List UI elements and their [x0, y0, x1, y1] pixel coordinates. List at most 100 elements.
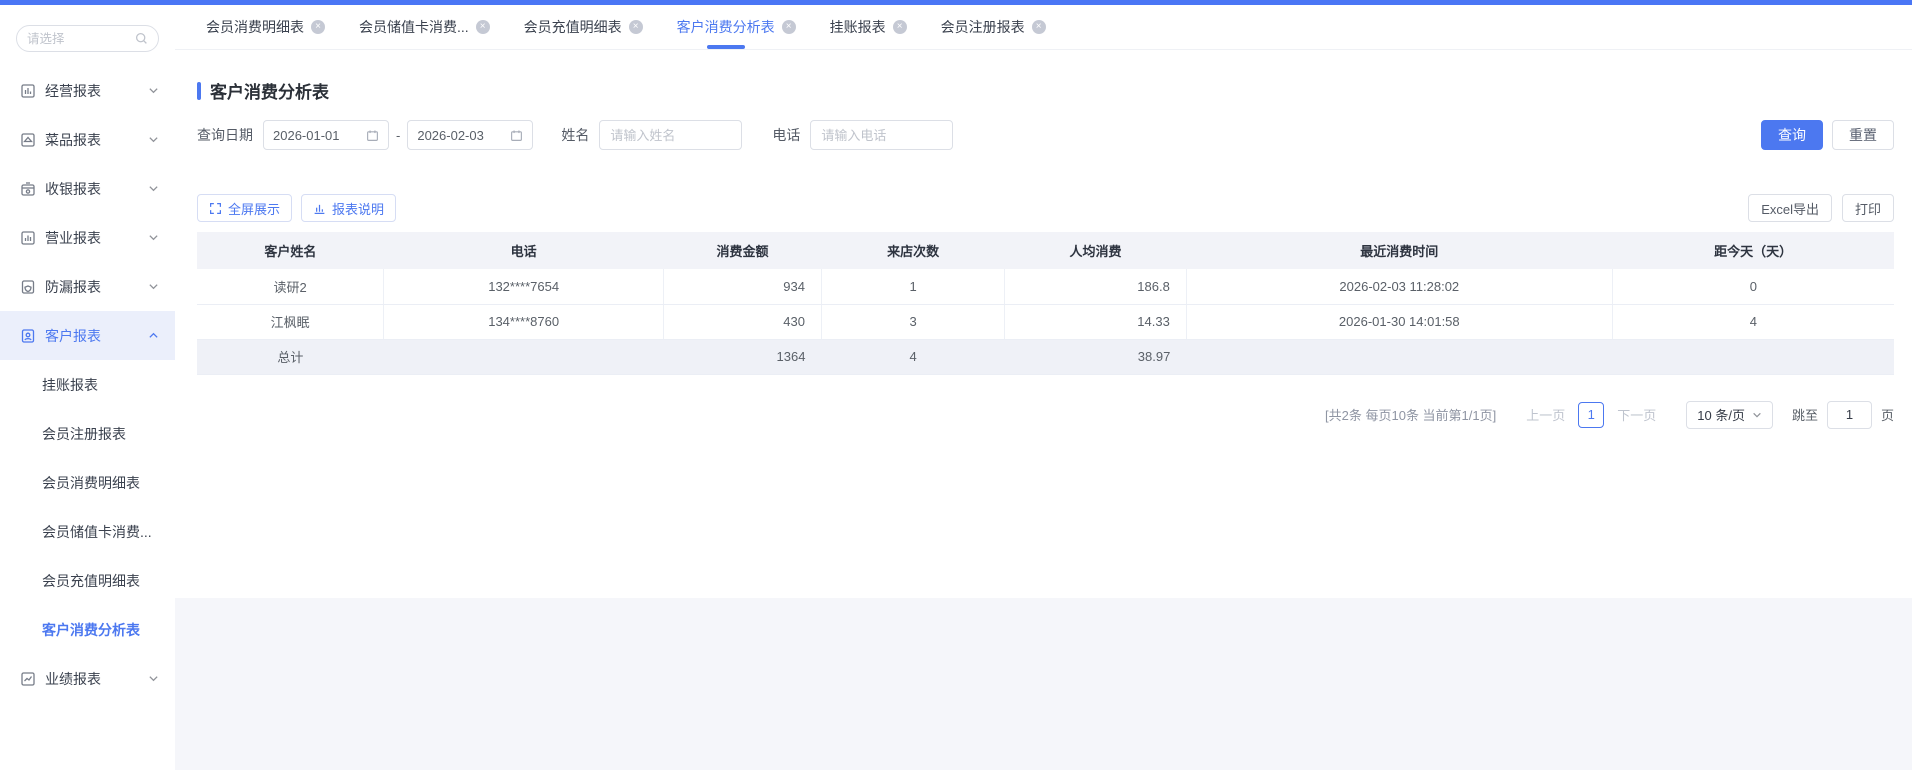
sidebar-nav: 经营报表 菜品报表 收银报表 营业报表 防漏报表 客户报表 挂账报表 会员注册报… [0, 66, 175, 703]
cashier-report-icon [20, 181, 36, 197]
tab-close-icon[interactable]: × [892, 20, 907, 34]
filter-actions: 查询 重置 [1761, 120, 1894, 150]
page-title-row: 客户消费分析表 [197, 50, 1894, 103]
table-row[interactable]: 江枫眠 134****8760 430 3 14.33 2026-01-30 1… [197, 304, 1894, 340]
date-start-picker[interactable] [263, 120, 389, 150]
cell-days-ago [1612, 339, 1894, 375]
calendar-icon [511, 129, 523, 141]
name-label: 姓名 [561, 127, 590, 143]
sidebar-group-cashier-report[interactable]: 收银报表 [0, 164, 175, 213]
title-accent-bar [197, 81, 201, 100]
jump-page-input[interactable] [1826, 400, 1872, 429]
chevron-down-icon [148, 673, 159, 684]
phone-input[interactable] [821, 127, 943, 143]
jump-unit-label: 页 [1880, 408, 1894, 423]
fullscreen-label: 全屏展示 [228, 201, 281, 217]
business-report-icon [20, 83, 36, 99]
tab-credit-report[interactable]: 挂账报表 × [830, 5, 907, 49]
next-page-button[interactable]: 下一页 [1617, 405, 1656, 424]
customer-report-icon [20, 328, 36, 344]
cell-phone: 134****8760 [383, 304, 665, 340]
tab-label: 会员充值明细表 [523, 19, 622, 35]
tab-close-icon[interactable]: × [1031, 20, 1046, 34]
fullscreen-icon [210, 202, 221, 214]
page-number-button[interactable]: 1 [1578, 401, 1605, 428]
col-visit-count: 来店次数 [821, 232, 1005, 269]
sidebar-group-performance-report[interactable]: 业绩报表 [0, 654, 175, 703]
sidebar-item-customer-consume-analysis[interactable]: 客户消费分析表 [0, 605, 175, 654]
sidebar-group-revenue-report[interactable]: 营业报表 [0, 213, 175, 262]
phone-label: 电话 [772, 127, 801, 143]
date-end-picker[interactable] [407, 120, 534, 150]
name-input[interactable] [610, 127, 732, 143]
table-toolbar: 全屏展示 报表说明 Excel导出 打印 [197, 194, 1894, 222]
sidebar-group-business-report[interactable]: 经营报表 [0, 66, 175, 115]
sidebar-group-label: 营业报表 [45, 229, 101, 246]
fullscreen-button[interactable]: 全屏展示 [197, 194, 293, 222]
phone-field[interactable] [810, 120, 954, 150]
calendar-icon [367, 129, 378, 141]
table-row[interactable]: 读研2 132****7654 934 1 186.8 2026-02-03 1… [197, 269, 1894, 305]
dish-report-icon [20, 132, 36, 148]
col-customer-name: 客户姓名 [197, 232, 384, 269]
filter-row: 查询日期 - 姓名 电话 [197, 120, 1894, 150]
excel-export-button[interactable]: Excel导出 [1748, 194, 1832, 222]
date-start-input[interactable] [273, 127, 357, 143]
sidebar-search[interactable] [16, 25, 159, 52]
cell-consume-amount: 430 [663, 304, 822, 340]
cell-total-label: 总计 [197, 339, 384, 375]
sidebar-search-input[interactable] [27, 31, 135, 46]
tab-label: 会员储值卡消费... [359, 19, 469, 35]
sidebar-item-member-consume-detail[interactable]: 会员消费明细表 [0, 458, 175, 507]
main-area: 会员消费明细表 × 会员储值卡消费... × 会员充值明细表 × 客户消费分析表… [175, 5, 1912, 770]
date-end-input[interactable] [417, 127, 502, 143]
customer-consume-table: 客户姓名 电话 消费金额 来店次数 人均消费 最近消费时间 距今天（天） 读研2… [197, 232, 1894, 375]
col-avg-consume: 人均消费 [1004, 232, 1187, 269]
cell-days-ago: 0 [1612, 269, 1894, 305]
page-size-value: 10 条/页 [1697, 408, 1745, 423]
print-button[interactable]: 打印 [1841, 194, 1894, 222]
sidebar-group-label: 收银报表 [45, 180, 101, 197]
tab-member-recharge-detail[interactable]: 会员充值明细表 × [524, 5, 643, 49]
tab-member-register-report[interactable]: 会员注册报表 × [941, 5, 1046, 49]
sidebar-group-dish-report[interactable]: 菜品报表 [0, 115, 175, 164]
tab-label: 挂账报表 [829, 19, 886, 35]
cell-last-consume-time [1186, 339, 1613, 375]
chevron-down-icon [148, 85, 159, 96]
col-days-ago: 距今天（天） [1612, 232, 1894, 269]
chevron-down-icon [1753, 412, 1761, 418]
tab-label: 会员消费明细表 [206, 19, 304, 35]
query-button[interactable]: 查询 [1761, 120, 1823, 150]
sidebar-item-member-recharge-detail[interactable]: 会员充值明细表 [0, 556, 175, 605]
tab-close-icon[interactable]: × [475, 20, 490, 34]
chevron-down-icon [148, 183, 159, 194]
sidebar-item-credit-report[interactable]: 挂账报表 [0, 360, 175, 409]
chevron-down-icon [148, 134, 159, 145]
cell-customer-name: 读研2 [197, 269, 385, 305]
sidebar-item-member-register-report[interactable]: 会员注册报表 [0, 409, 175, 458]
chevron-down-icon [148, 232, 159, 243]
tab-member-consume-detail[interactable]: 会员消费明细表 × [206, 5, 325, 49]
tab-customer-consume-analysis[interactable]: 客户消费分析表 × [677, 5, 796, 49]
tab-close-icon[interactable]: × [781, 20, 796, 34]
performance-report-icon [20, 671, 36, 687]
reset-button[interactable]: 重置 [1832, 120, 1894, 150]
pagination-summary: [共2条 每页10条 当前第1/1页] [1325, 408, 1497, 423]
cell-days-ago: 4 [1612, 304, 1894, 340]
sidebar-group-customer-report[interactable]: 客户报表 [0, 311, 175, 360]
sidebar-item-member-storedcard-consume[interactable]: 会员储值卡消费... [0, 507, 175, 556]
sidebar: 经营报表 菜品报表 收银报表 营业报表 防漏报表 [0, 5, 175, 770]
tab-close-icon[interactable]: × [628, 20, 643, 34]
sidebar-group-leakproof-report[interactable]: 防漏报表 [0, 262, 175, 311]
cell-last-consume-time: 2026-02-03 11:28:02 [1186, 269, 1613, 305]
tab-member-storedcard-consume[interactable]: 会员储值卡消费... × [359, 5, 490, 49]
name-field[interactable] [599, 120, 743, 150]
prev-page-button[interactable]: 上一页 [1526, 405, 1565, 424]
page-size-select[interactable]: 10 条/页 [1686, 400, 1773, 429]
revenue-report-icon [20, 230, 36, 246]
cell-visit-count: 1 [821, 269, 1006, 305]
content-card: 客户消费分析表 查询日期 - 姓名 电话 [175, 50, 1912, 598]
cell-consume-amount: 934 [663, 269, 822, 305]
tab-close-icon[interactable]: × [311, 20, 325, 34]
report-info-button[interactable]: 报表说明 [301, 194, 397, 222]
